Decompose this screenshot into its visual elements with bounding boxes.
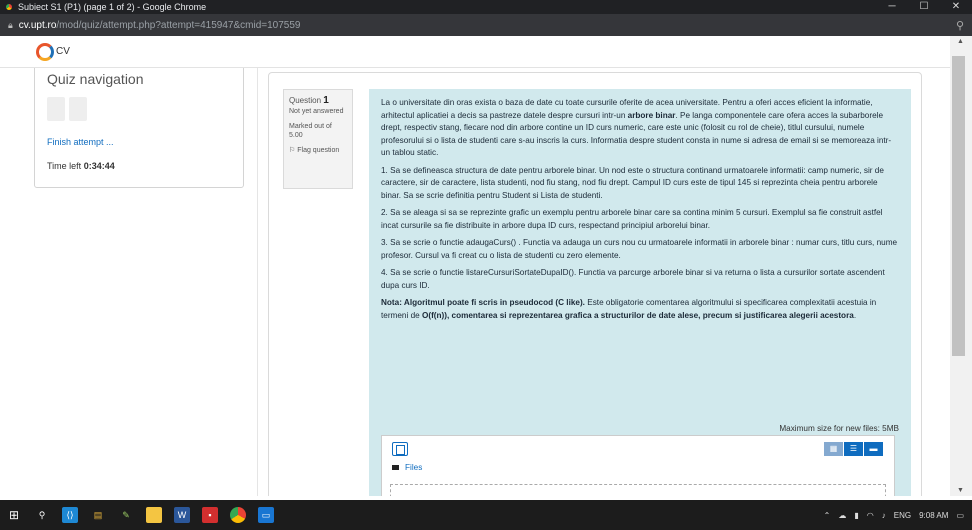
site-header: CV bbox=[0, 36, 950, 68]
word-icon[interactable]: W bbox=[174, 507, 190, 523]
max-file-size: Maximum size for new files: 5MB bbox=[779, 424, 899, 433]
question-status: Not yet answered bbox=[289, 108, 344, 115]
quiz-navigation-title: Quiz navigation bbox=[47, 71, 144, 87]
clock[interactable]: 9:08 AM bbox=[919, 511, 948, 520]
address-bar[interactable]: 🔒︎ cv.upt.ro /mod/quiz/attempt.php?attem… bbox=[0, 14, 972, 36]
flag-question-link[interactable]: ⚐ Flag question bbox=[289, 146, 347, 155]
notification-icon[interactable]: ▭ bbox=[956, 511, 964, 520]
pdf-icon[interactable]: ▪ bbox=[202, 507, 218, 523]
grid-view-icon[interactable]: ▦ bbox=[824, 442, 844, 456]
scroll-down-icon[interactable]: ▼ bbox=[957, 487, 964, 494]
network-icon[interactable]: ◠ bbox=[867, 511, 874, 520]
windows-start-icon[interactable]: ⊞ bbox=[6, 507, 22, 523]
cloud-icon[interactable]: ☁ bbox=[838, 511, 846, 520]
question-intro: La o universitate din oras exista o baza… bbox=[381, 97, 899, 160]
url-host[interactable]: cv.upt.ro bbox=[19, 20, 57, 31]
files-folder[interactable]: Files bbox=[392, 462, 422, 475]
battery-icon[interactable]: ▮ bbox=[854, 511, 858, 520]
tray-chevron-icon[interactable]: ⌃ bbox=[824, 511, 831, 520]
search-icon[interactable]: ⚲ bbox=[34, 507, 50, 523]
question-item-3: 3. Sa se scrie o functie adaugaCurs() . … bbox=[381, 238, 898, 260]
question-nav-buttons bbox=[47, 97, 231, 121]
time-left-value: 0:34:44 bbox=[83, 161, 115, 171]
lock-icon: 🔒︎ bbox=[8, 19, 13, 30]
cv-logo-icon[interactable] bbox=[36, 42, 54, 61]
intro-bold: arbore binar bbox=[627, 110, 676, 120]
chrome-icon bbox=[4, 2, 14, 12]
app-taskbar-icon[interactable]: ▭ bbox=[258, 507, 274, 523]
question-number-value: 1 bbox=[323, 95, 329, 106]
chrome-taskbar-icon[interactable] bbox=[230, 507, 246, 523]
finish-attempt-link[interactable]: Finish attempt ... bbox=[47, 137, 231, 147]
windows-taskbar: ⊞ ⚲ ⟨⟩ ▤ ✎ W ▪ ▭ ⌃ ☁ ▮ ◠ ♪ ENG 9:08 AM ▭ bbox=[0, 500, 972, 530]
add-file-icon[interactable] bbox=[392, 442, 408, 456]
quiz-navigation-block: Quiz navigation Finish attempt ... Time … bbox=[34, 68, 244, 188]
question-marks: Marked out of 5.00 bbox=[289, 123, 332, 139]
folder-icon bbox=[392, 465, 399, 470]
flag-icon: ⚐ bbox=[289, 147, 298, 154]
vscode-icon[interactable]: ⟨⟩ bbox=[62, 507, 78, 523]
question-info: Question 1 Not yet answered Marked out o… bbox=[283, 89, 353, 189]
language-indicator[interactable]: ENG bbox=[894, 511, 911, 520]
search-icon[interactable]: ⚲ bbox=[956, 19, 964, 32]
file-drop-area[interactable] bbox=[390, 484, 886, 496]
page-scrollbar[interactable]: ▲ ▼ bbox=[950, 36, 972, 496]
question-text: La o universitate din oras exista o baza… bbox=[369, 89, 911, 496]
question-item-2: 2. Sa se aleaga si sa se reprezinte graf… bbox=[381, 208, 883, 230]
left-column: Quiz navigation Finish attempt ... Time … bbox=[34, 68, 258, 496]
folder-view-icon[interactable]: ▬ bbox=[864, 442, 884, 456]
question-item-4: 4. Sa se scrie o functie listareCursuriS… bbox=[381, 268, 885, 290]
question-item-1: 1. Sa se defineasca structura de date pe… bbox=[381, 165, 884, 200]
url-path[interactable]: /mod/quiz/attempt.php?attempt=415947&cmi… bbox=[56, 20, 300, 31]
browser-titlebar: Subiect S1 (P1) (page 1 of 2) - Google C… bbox=[0, 0, 972, 14]
view-toggle: ▦ ☰ ▬ bbox=[824, 442, 884, 456]
note-end: . bbox=[853, 310, 857, 320]
question-nav-button-1[interactable] bbox=[47, 97, 65, 121]
close-button[interactable]: ✕ bbox=[940, 0, 972, 14]
note-label: Nota bbox=[381, 298, 400, 307]
volume-icon[interactable]: ♪ bbox=[882, 511, 886, 520]
question-note: Nota: Algoritmul poate fi scris in pseud… bbox=[381, 297, 899, 322]
flag-question-label[interactable]: Flag question bbox=[297, 147, 339, 154]
file-explorer-icon[interactable] bbox=[146, 507, 162, 523]
note-bold-1: : Algoritmul poate fi scris in pseudocod… bbox=[399, 298, 585, 307]
question-panel: Question 1 Not yet answered Marked out o… bbox=[268, 72, 922, 496]
logo-text[interactable]: CV bbox=[56, 46, 70, 57]
apps-icon[interactable]: ▤ bbox=[90, 507, 106, 523]
paint-icon[interactable]: ✎ bbox=[118, 507, 134, 523]
question-label: Question bbox=[289, 96, 324, 105]
note-bold-2: O(f(n)), comentarea si reprezentarea gra… bbox=[421, 310, 854, 320]
time-left-label: Time left bbox=[47, 161, 84, 171]
question-number: Question 1 bbox=[289, 95, 347, 106]
files-label[interactable]: Files bbox=[405, 463, 422, 472]
minimize-button[interactable]: ─ bbox=[876, 0, 908, 14]
maximize-button[interactable]: ☐ bbox=[908, 0, 940, 14]
window-controls: ─ ☐ ✕ bbox=[876, 0, 972, 14]
scroll-up-icon[interactable]: ▲ bbox=[957, 38, 964, 45]
file-picker: ▦ ☰ ▬ Files bbox=[381, 435, 895, 496]
question-nav-button-2[interactable] bbox=[69, 97, 87, 121]
scrollbar-thumb[interactable] bbox=[952, 56, 965, 356]
time-left: Time left 0:34:44 bbox=[47, 161, 231, 171]
page-content: Quiz navigation Finish attempt ... Time … bbox=[0, 68, 950, 496]
system-tray: ⌃ ☁ ▮ ◠ ♪ ENG 9:08 AM ▭ bbox=[824, 500, 964, 530]
list-view-icon[interactable]: ☰ bbox=[844, 442, 864, 456]
window-title: Subiect S1 (P1) (page 1 of 2) - Google C… bbox=[18, 2, 207, 12]
